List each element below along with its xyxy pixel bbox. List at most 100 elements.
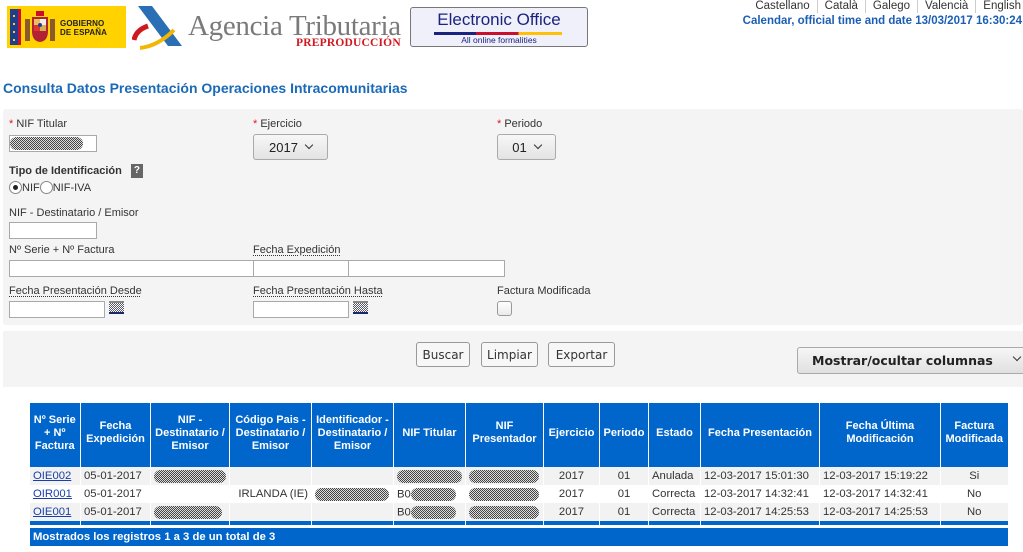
redacted-value (469, 505, 539, 519)
page-title: Consulta Datos Presentación Operaciones … (3, 80, 408, 96)
cell-fecha-presentacion: 12-03-2017 14:32:41 (700, 485, 820, 503)
cell-codigo-pais (229, 503, 312, 521)
cell-fecha-presentacion: 12-03-2017 14:25:53 (700, 503, 820, 521)
calendar-official-time-link[interactable]: Calendar, official time and date 13/03/2… (743, 15, 1022, 27)
fecha-hasta-label: Fecha Presentación Hasta (253, 285, 383, 297)
chevron-down-icon (1012, 352, 1022, 362)
ejercicio-select[interactable]: 2017 (253, 134, 328, 160)
agencia-tributaria-logo-icon[interactable] (132, 6, 184, 50)
cell-estado: Correcta (648, 485, 701, 503)
cell-nif-destinatario (150, 467, 230, 485)
col-header-fecha-expedicion[interactable]: Fecha Expedición (80, 403, 151, 463)
col-header-nif-presentador[interactable]: NIF Presentador (465, 403, 544, 463)
tipo-identificacion-radios: NIF NIF-IVA (9, 181, 91, 194)
col-header-fecha-ultima-modificacion[interactable]: Fecha Última Modificación (819, 403, 941, 463)
cell-codigo-pais: IRLANDA (IE) (229, 485, 312, 503)
fecha-desde-input[interactable] (9, 301, 105, 318)
serie-factura-input[interactable] (9, 260, 254, 277)
limpiar-button[interactable]: Limpiar (481, 342, 538, 367)
radio-nif[interactable] (9, 181, 22, 194)
col-header-nif-titular[interactable]: NIF Titular (393, 403, 466, 463)
required-mark: * (9, 118, 14, 130)
exportar-button[interactable]: Exportar (548, 342, 615, 367)
eu-flag-icon (10, 9, 21, 45)
gobierno-logo[interactable]: GOBIERNO DE ESPAÑA (7, 6, 126, 48)
nif-titular-input[interactable] (9, 135, 97, 152)
gobierno-text: GOBIERNO DE ESPAÑA (60, 19, 107, 37)
cell-nif-titular: B0 (393, 485, 466, 503)
cell-periodo: 01 (599, 467, 649, 485)
col-header-ejercicio[interactable]: Ejercicio (543, 403, 600, 463)
cell-codigo-pais (229, 467, 312, 485)
invoice-link[interactable]: OIE002 (33, 470, 71, 482)
cell-nif-presentador (465, 467, 544, 485)
table-row: OIE001 05-01-2017 B0 2017 01 Correcta 12… (29, 503, 1008, 521)
fecha-expedicion-input[interactable] (253, 260, 349, 277)
redacted-value (410, 487, 456, 501)
nif-destinatario-label: NIF - Destinatario / Emisor (9, 207, 139, 219)
table-footer: Mostrados los registros 1 a 3 de un tota… (29, 528, 1008, 546)
col-header-estado[interactable]: Estado (648, 403, 701, 463)
serie-factura-label: Nº Serie + Nº Factura (9, 244, 115, 256)
results-table: Nº Serie + Nº Factura Fecha Expedición N… (29, 403, 1008, 546)
factura-modificada-label: Factura Modificada (497, 285, 591, 297)
electronic-office-button[interactable]: Electronic Office All online formalities (410, 7, 588, 47)
coat-of-arms-icon (25, 11, 55, 42)
col-header-periodo[interactable]: Periodo (599, 403, 649, 463)
buscar-button[interactable]: Buscar (416, 342, 470, 367)
calendar-icon[interactable] (353, 301, 368, 314)
cell-fecha-ultima: 12-03-2017 14:32:41 (819, 485, 941, 503)
col-header-serie[interactable]: Nº Serie + Nº Factura (29, 403, 81, 463)
tipo-identificacion-label: Tipo de Identificación ? (9, 164, 143, 178)
show-hide-columns-button[interactable]: Mostrar/ocultar columnas (797, 347, 1023, 374)
lang-catala[interactable]: Català (816, 0, 865, 13)
ejercicio-label: * Ejercicio (253, 118, 302, 130)
col-header-factura-modificada[interactable]: Factura Modificada (940, 403, 1008, 463)
nif-destinatario-input[interactable] (9, 222, 97, 239)
fecha-hasta-input[interactable] (253, 301, 349, 318)
cell-estado: Correcta (648, 503, 701, 521)
eoffice-subtitle: All online formalities (461, 35, 537, 45)
fecha-expedicion-extra-field[interactable] (349, 260, 505, 277)
table-header-row: Nº Serie + Nº Factura Fecha Expedición N… (29, 403, 1008, 463)
redacted-value (469, 487, 539, 501)
redacted-value (469, 469, 539, 483)
help-icon[interactable]: ? (130, 164, 143, 178)
calendar-icon[interactable] (109, 301, 124, 314)
cell-modificada: No (940, 485, 1008, 503)
redacted-value (410, 505, 456, 519)
col-header-nif-destinatario[interactable]: NIF - Destinatario / Emisor (150, 403, 230, 463)
col-header-identificador[interactable]: Identificador - Destinatario / Emisor (311, 403, 394, 463)
cell-fecha-ultima: 12-03-2017 15:19:22 (819, 467, 941, 485)
redacted-value (315, 487, 389, 501)
invoice-link[interactable]: OIR001 (33, 488, 72, 500)
periodo-select[interactable]: 01 (497, 134, 556, 160)
cell-periodo: 01 (599, 503, 649, 521)
lang-english[interactable]: English (975, 0, 1021, 13)
cell-fecha-expedicion: 05-01-2017 (80, 485, 151, 503)
radio-nif-iva[interactable] (39, 181, 53, 194)
lang-castellano[interactable]: Castellano (748, 0, 816, 13)
cell-nif-destinatario (150, 485, 230, 503)
eoffice-title: Electronic Office (437, 10, 561, 29)
cell-nif-presentador (465, 503, 544, 521)
cell-fecha-expedicion: 05-01-2017 (80, 503, 151, 521)
factura-modificada-checkbox[interactable] (497, 301, 512, 316)
cell-nif-presentador (465, 485, 544, 503)
redacted-value (397, 469, 462, 483)
invoice-link[interactable]: OIE001 (33, 506, 71, 518)
col-header-codigo-pais[interactable]: Código Pais - Destinatario / Emisor (229, 403, 312, 463)
redacted-value (10, 137, 83, 150)
cell-nif-destinatario (150, 503, 230, 521)
environment-label: PREPRODUCCIÓN (296, 37, 401, 49)
lang-galego[interactable]: Galego (864, 0, 917, 13)
cell-modificada: No (940, 503, 1008, 521)
cell-identificador (311, 503, 394, 521)
lang-valencia[interactable]: Valencià (917, 0, 975, 13)
cell-identificador (311, 467, 394, 485)
filter-panel: * NIF Titular * Ejercicio 2017 * Periodo… (3, 109, 1023, 325)
actions-bar: Buscar Limpiar Exportar Mostrar/ocultar … (3, 331, 1023, 387)
cell-ejercicio: 2017 (543, 485, 600, 503)
col-header-fecha-presentacion[interactable]: Fecha Presentación (700, 403, 820, 463)
chevron-down-icon (304, 140, 314, 150)
